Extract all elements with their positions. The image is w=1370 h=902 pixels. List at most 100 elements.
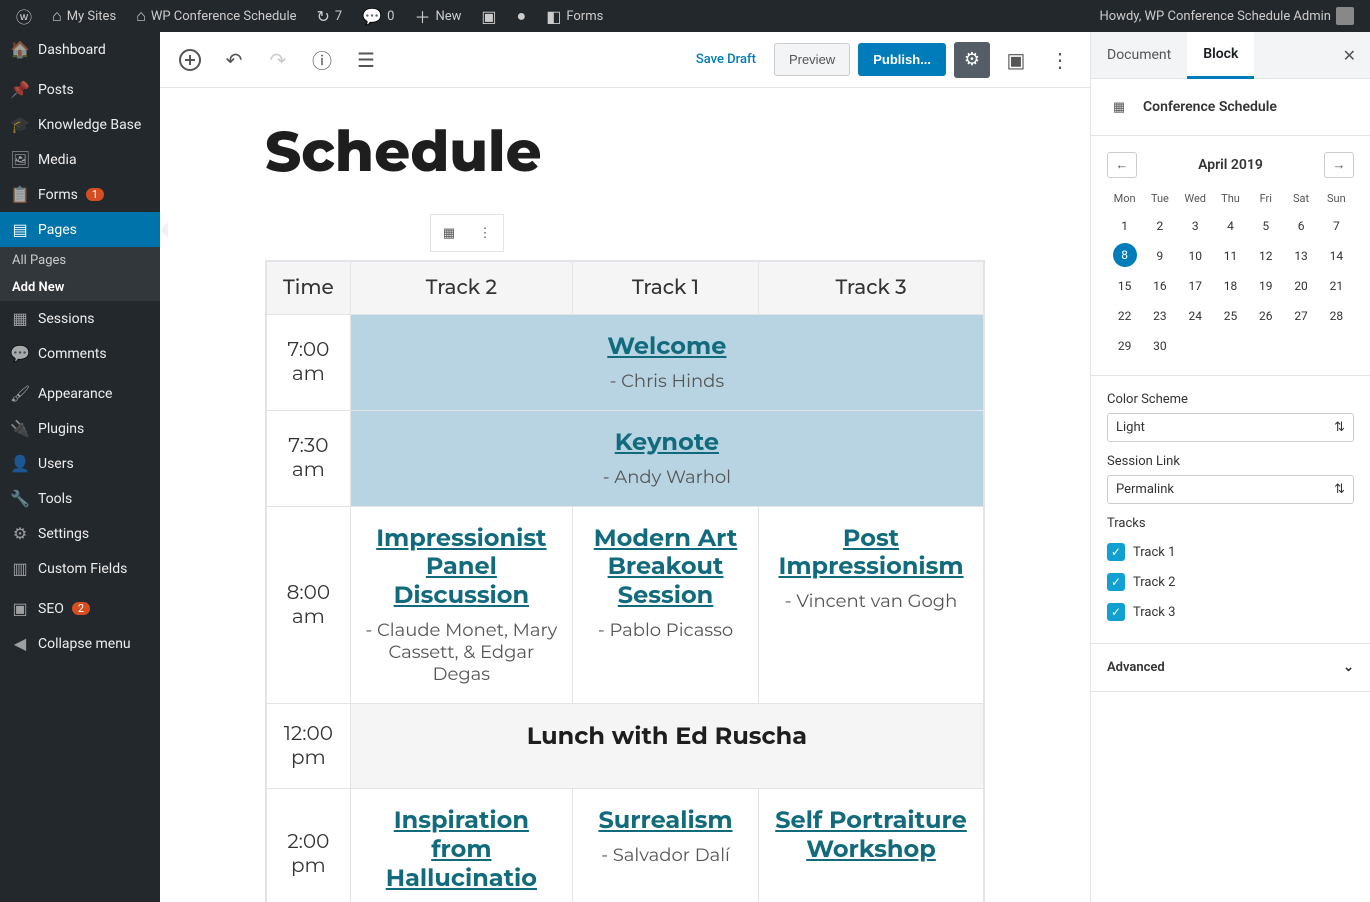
sidebar-item-custom-fields[interactable]: ▥Custom Fields	[0, 551, 160, 586]
preview-button[interactable]: Preview	[774, 43, 850, 76]
publish-button[interactable]: Publish...	[858, 43, 946, 76]
session-link[interactable]: Welcome	[361, 333, 973, 362]
sidebar-item-seo[interactable]: ▣SEO2	[0, 591, 160, 626]
sidebar-item-label: Media	[38, 152, 77, 168]
add-block-button[interactable]	[172, 42, 208, 78]
calendar-day[interactable]: 8	[1113, 243, 1137, 267]
page-title[interactable]: Schedule	[265, 108, 985, 206]
calendar-day[interactable]: 19	[1248, 273, 1283, 299]
session-link[interactable]: Modern Art Breakout Session	[583, 525, 748, 611]
calendar-day[interactable]: 1	[1107, 213, 1142, 239]
calendar-day[interactable]: 4	[1213, 213, 1248, 239]
calendar-day[interactable]: 24	[1178, 303, 1213, 329]
advanced-panel[interactable]: Advanced ⌄	[1091, 644, 1370, 692]
seo-icon: ▣	[10, 599, 30, 618]
calendar-day[interactable]: 22	[1107, 303, 1142, 329]
session-link[interactable]: Surrealism	[583, 807, 748, 836]
sidebar-item-plugins[interactable]: 🔌Plugins	[0, 411, 160, 446]
track-checkbox-row[interactable]: ✓Track 2	[1107, 567, 1354, 597]
calendar-next-button[interactable]: →	[1324, 152, 1354, 178]
avatar-icon	[1336, 7, 1354, 25]
more-button[interactable]: ⋮	[1042, 42, 1078, 78]
calendar-day[interactable]: 11	[1213, 243, 1248, 269]
session-link[interactable]: Self Portraiture Workshop	[769, 807, 973, 865]
updates[interactable]: ↻7	[309, 0, 351, 32]
calendar-day[interactable]: 10	[1178, 243, 1213, 269]
calendar-day[interactable]: 25	[1213, 303, 1248, 329]
schedule-icon: ▦	[10, 309, 30, 328]
calendar-day[interactable]: 3	[1178, 213, 1213, 239]
sidebar-item-dashboard[interactable]: 🏠Dashboard	[0, 32, 160, 67]
yoast-button[interactable]: ▣	[998, 42, 1034, 78]
new[interactable]: ＋New	[406, 0, 469, 32]
calendar-day[interactable]: 29	[1107, 333, 1142, 359]
sidebar-item-posts[interactable]: 📌Posts	[0, 72, 160, 107]
track-checkbox-row[interactable]: ✓Track 3	[1107, 597, 1354, 627]
sidebar-item-forms[interactable]: 📋Forms1	[0, 177, 160, 212]
calendar-day[interactable]: 17	[1178, 273, 1213, 299]
calendar-day[interactable]: 14	[1319, 243, 1354, 269]
sidebar-item-comments[interactable]: 💬Comments	[0, 336, 160, 371]
calendar-day[interactable]: 28	[1319, 303, 1354, 329]
close-inspector-button[interactable]: ✕	[1329, 46, 1370, 65]
info-button[interactable]: ⓘ	[304, 42, 340, 78]
my-sites[interactable]: ⌂My Sites	[44, 0, 124, 32]
calendar-day[interactable]: 27	[1283, 303, 1318, 329]
forms-badge: 1	[86, 188, 104, 201]
tab-document[interactable]: Document	[1091, 33, 1187, 77]
calendar-day[interactable]: 20	[1283, 273, 1318, 299]
settings-toggle-button[interactable]: ⚙	[954, 42, 990, 78]
calendar-day[interactable]: 5	[1248, 213, 1283, 239]
calendar-day[interactable]: 12	[1248, 243, 1283, 269]
calendar-day[interactable]: 18	[1213, 273, 1248, 299]
sidebar-item-media[interactable]: 🖼Media	[0, 142, 160, 177]
sidebar-subitem-all-pages[interactable]: All Pages	[0, 247, 160, 274]
redo-button[interactable]: ↷	[260, 42, 296, 78]
undo-button[interactable]: ↶	[216, 42, 252, 78]
session-link[interactable]: Impressionist Panel Discussion	[361, 525, 562, 611]
color-scheme-select[interactable]: Light⇅	[1107, 413, 1354, 442]
sidebar-subitem-add-new[interactable]: Add New	[0, 274, 160, 301]
speakers: - Andy Warhol	[361, 466, 973, 488]
wrench-icon: 🔧	[10, 489, 30, 508]
session-link[interactable]: Inspiration from Hallucinatio	[361, 807, 562, 893]
track-checkbox-row[interactable]: ✓Track 1	[1107, 537, 1354, 567]
yoast-top[interactable]: ▣	[473, 0, 504, 32]
session-link[interactable]: Post Impressionism	[769, 525, 973, 583]
sidebar-item-users[interactable]: 👤Users	[0, 446, 160, 481]
calendar-day[interactable]: 30	[1142, 333, 1177, 359]
calendar-day[interactable]: 13	[1283, 243, 1318, 269]
calendar-day[interactable]: 2	[1142, 213, 1177, 239]
calendar-day[interactable]: 6	[1283, 213, 1318, 239]
session-link-select[interactable]: Permalink⇅	[1107, 475, 1354, 504]
calendar-day[interactable]: 7	[1319, 213, 1354, 239]
calendar-day[interactable]: 15	[1107, 273, 1142, 299]
calendar-day[interactable]: 16	[1142, 273, 1177, 299]
session-link[interactable]: Keynote	[361, 429, 973, 458]
sidebar-item-sessions[interactable]: ▦Sessions	[0, 301, 160, 336]
comment-icon: 💬	[362, 7, 382, 26]
comments-top[interactable]: 💬0	[354, 0, 402, 32]
calendar-day[interactable]: 21	[1319, 273, 1354, 299]
calendar-day[interactable]: 9	[1142, 243, 1177, 269]
cache-top[interactable]: ●	[509, 0, 535, 32]
calendar-prev-button[interactable]: ←	[1107, 152, 1137, 178]
howdy[interactable]: Howdy, WP Conference Schedule Admin	[1091, 0, 1362, 32]
tab-block[interactable]: Block	[1187, 32, 1254, 79]
sidebar-item-tools[interactable]: 🔧Tools	[0, 481, 160, 516]
block-type-button[interactable]: ▦	[431, 215, 467, 251]
sidebar-item-settings[interactable]: ⚙Settings	[0, 516, 160, 551]
calendar-day[interactable]: 23	[1142, 303, 1177, 329]
sidebar-item-kb[interactable]: 🎓Knowledge Base	[0, 107, 160, 142]
save-draft-button[interactable]: Save Draft	[686, 46, 766, 73]
sidebar-item-collapse[interactable]: ◀Collapse menu	[0, 626, 160, 661]
sidebar-item-appearance[interactable]: 🖌Appearance	[0, 376, 160, 411]
block-more-button[interactable]: ⋮	[467, 215, 503, 251]
admin-sidebar: 🏠Dashboard 📌Posts 🎓Knowledge Base 🖼Media…	[0, 32, 160, 902]
wp-logo[interactable]: ⓦ	[8, 0, 40, 32]
site-name[interactable]: ⌂WP Conference Schedule	[128, 0, 304, 32]
calendar-day[interactable]: 26	[1248, 303, 1283, 329]
sidebar-item-pages[interactable]: ▤Pages	[0, 212, 160, 247]
forms-top[interactable]: ◧Forms	[538, 0, 611, 32]
outline-button[interactable]: ☰	[348, 42, 384, 78]
